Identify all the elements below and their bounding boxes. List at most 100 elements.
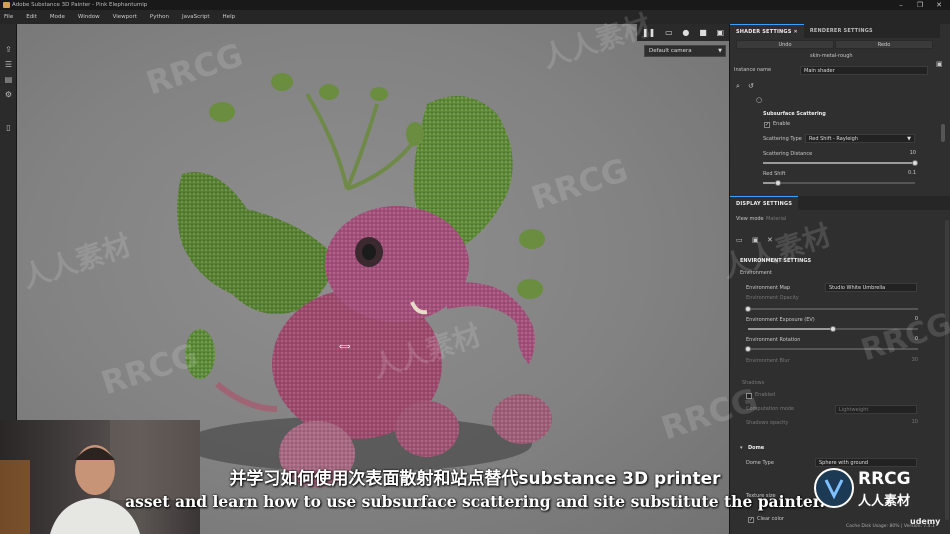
- search-icon[interactable]: ⌕: [736, 82, 740, 91]
- menu-bar: File Edit Mode Window Viewport Python Ja…: [0, 10, 950, 24]
- menu-javascript[interactable]: JavaScript: [182, 14, 210, 20]
- environment-opacity-slider[interactable]: [745, 306, 918, 312]
- menu-window[interactable]: Window: [78, 14, 100, 20]
- maximize-button[interactable]: ❐: [912, 0, 928, 10]
- environment-rotation-label: Environment Rotation: [746, 337, 801, 343]
- svg-text:⟺: ⟺: [339, 342, 351, 351]
- window-title: Adobe Substance 3D Painter - Pink Elepha…: [12, 2, 148, 8]
- rrcg-logo-mark: [814, 468, 854, 508]
- pin-icon[interactable]: ▣: [936, 60, 943, 69]
- substance-painter-app: Adobe Substance 3D Painter - Pink Elepha…: [0, 0, 950, 534]
- udemy-logo: udemy: [910, 517, 941, 526]
- crosshair-icon[interactable]: ✕: [767, 236, 773, 245]
- logo-text: RRCG: [858, 469, 911, 489]
- display-header-bar: DISPLAY SETTINGS: [730, 196, 950, 210]
- computation-mode-label: Computation mode: [746, 406, 795, 412]
- dome-chevron-icon[interactable]: ▾: [740, 444, 743, 453]
- shadows-enable-checkbox[interactable]: [746, 393, 752, 399]
- menu-mode[interactable]: Mode: [50, 14, 65, 20]
- shadows-enable-label: Enabled: [755, 392, 776, 398]
- shader-preset-name: skin-metal-rough: [810, 53, 853, 59]
- environment-blur-label: Environment Blur: [746, 358, 790, 364]
- menu-help[interactable]: Help: [223, 14, 236, 20]
- tab-renderer-settings[interactable]: RENDERER SETTINGS: [804, 24, 879, 38]
- texture-set-icon[interactable]: ▤: [3, 74, 14, 85]
- shadows-opacity-value: 10: [911, 419, 918, 425]
- instance-name-label: Instance name: [734, 67, 772, 73]
- logo-subtext: 人人素材: [858, 494, 911, 509]
- close-icon[interactable]: ✕: [793, 29, 797, 35]
- environment-blur-value: 30: [911, 357, 918, 363]
- sss-header: Subsurface Scattering: [763, 111, 826, 117]
- close-window-button[interactable]: ✕: [931, 0, 947, 10]
- dome-header: Dome: [748, 445, 765, 451]
- camera-dropdown[interactable]: Default camera ▼: [644, 45, 726, 57]
- redo-button[interactable]: Redo: [835, 40, 933, 49]
- display-settings-title: DISPLAY SETTINGS: [730, 196, 799, 210]
- environment-rotation-slider[interactable]: [745, 346, 918, 352]
- sss-enable-label: Enable: [773, 121, 791, 127]
- scattering-distance-slider[interactable]: [763, 160, 918, 166]
- environment-map-select[interactable]: Studio White Umbrella: [825, 283, 917, 292]
- environment-label: Environment: [740, 270, 772, 276]
- frame-icon[interactable]: ▭: [665, 28, 673, 37]
- reset-icon[interactable]: ↺: [748, 82, 754, 91]
- texture-size-label: Texture size: [746, 493, 776, 499]
- menu-python[interactable]: Python: [150, 14, 169, 20]
- environment-opacity-label: Environment Opacity: [746, 295, 799, 301]
- screenshot-icon[interactable]: ▣: [717, 28, 725, 37]
- red-shift-label: Red Shift: [763, 171, 786, 177]
- chevron-down-icon: ▼: [907, 136, 911, 142]
- shadows-opacity-label: Shadows opacity: [746, 420, 789, 426]
- minimize-button[interactable]: –: [893, 0, 909, 10]
- presenter-webcam: [0, 420, 200, 534]
- app-logo-icon: [3, 2, 10, 8]
- sss-enable-checkbox[interactable]: ✓: [764, 122, 770, 128]
- shader-scrollbar[interactable]: [941, 124, 945, 142]
- scattering-type-label: Scattering Type: [763, 136, 802, 142]
- viewport-toolbar: ❚❚ ▭ ● ■ ▣: [637, 24, 729, 41]
- instance-name-input[interactable]: Main shader: [800, 66, 928, 75]
- clear-color-checkbox[interactable]: ✓: [748, 517, 754, 523]
- red-shift-slider[interactable]: [763, 180, 915, 186]
- environment-settings-header: ENVIRONMENT SETTINGS: [740, 258, 812, 264]
- menu-edit[interactable]: Edit: [26, 14, 37, 20]
- menu-viewport[interactable]: Viewport: [113, 14, 137, 20]
- scattering-type-value: Red Shift - Rayleigh: [809, 136, 859, 142]
- shadows-label: Shadows: [742, 380, 765, 386]
- shader-tabs: SHADER SETTINGS ✕ RENDERER SETTINGS: [730, 24, 940, 38]
- camera-icon[interactable]: ▣: [752, 236, 759, 245]
- environment-exposure-value: 0: [914, 316, 918, 322]
- environment-exposure-label: Environment Exposure (EV): [746, 317, 815, 323]
- environment-exposure-slider[interactable]: [748, 326, 918, 332]
- environment-rotation-value: 0: [914, 336, 918, 342]
- dome-type-label: Dome Type: [746, 460, 774, 466]
- clear-color-label: Clear color: [757, 516, 784, 522]
- camera-dropdown-value: Default camera: [649, 48, 692, 54]
- layers-icon[interactable]: ☰: [3, 59, 14, 70]
- pause-icon[interactable]: ❚❚: [642, 28, 655, 37]
- document-icon[interactable]: ▯: [3, 122, 14, 133]
- menu-file[interactable]: File: [4, 14, 13, 20]
- chevron-down-icon: ▼: [718, 48, 722, 54]
- title-bar: Adobe Substance 3D Painter - Pink Elepha…: [0, 0, 950, 10]
- sphere-icon[interactable]: ●: [682, 28, 689, 37]
- environment-map-label: Environment Map: [746, 285, 791, 291]
- undo-button[interactable]: Undo: [736, 40, 834, 49]
- view-mode-label: View mode: [736, 216, 764, 222]
- scattering-distance-label: Scattering Distance: [763, 151, 813, 157]
- bake-icon[interactable]: ⚙: [3, 89, 14, 100]
- environment-icon[interactable]: ▭: [736, 236, 743, 245]
- cache-label: Cache Disk Usage:: [846, 524, 889, 529]
- right-panel: SHADER SETTINGS ✕ RENDERER SETTINGS Undo…: [729, 24, 950, 534]
- presenter-figure: [0, 420, 200, 534]
- computation-mode-select[interactable]: Lightweight: [835, 405, 917, 414]
- radio-icon[interactable]: ○: [756, 96, 762, 105]
- video-camera-icon[interactable]: ■: [699, 28, 707, 37]
- scattering-type-select[interactable]: Red Shift - Rayleigh ▼: [805, 134, 915, 143]
- red-shift-value: 0.1: [908, 170, 916, 176]
- view-mode-value[interactable]: Material: [766, 215, 786, 224]
- tab-shader-settings[interactable]: SHADER SETTINGS ✕: [730, 24, 804, 38]
- scattering-distance-value: 10: [909, 150, 916, 156]
- export-icon[interactable]: ⇪: [3, 44, 14, 55]
